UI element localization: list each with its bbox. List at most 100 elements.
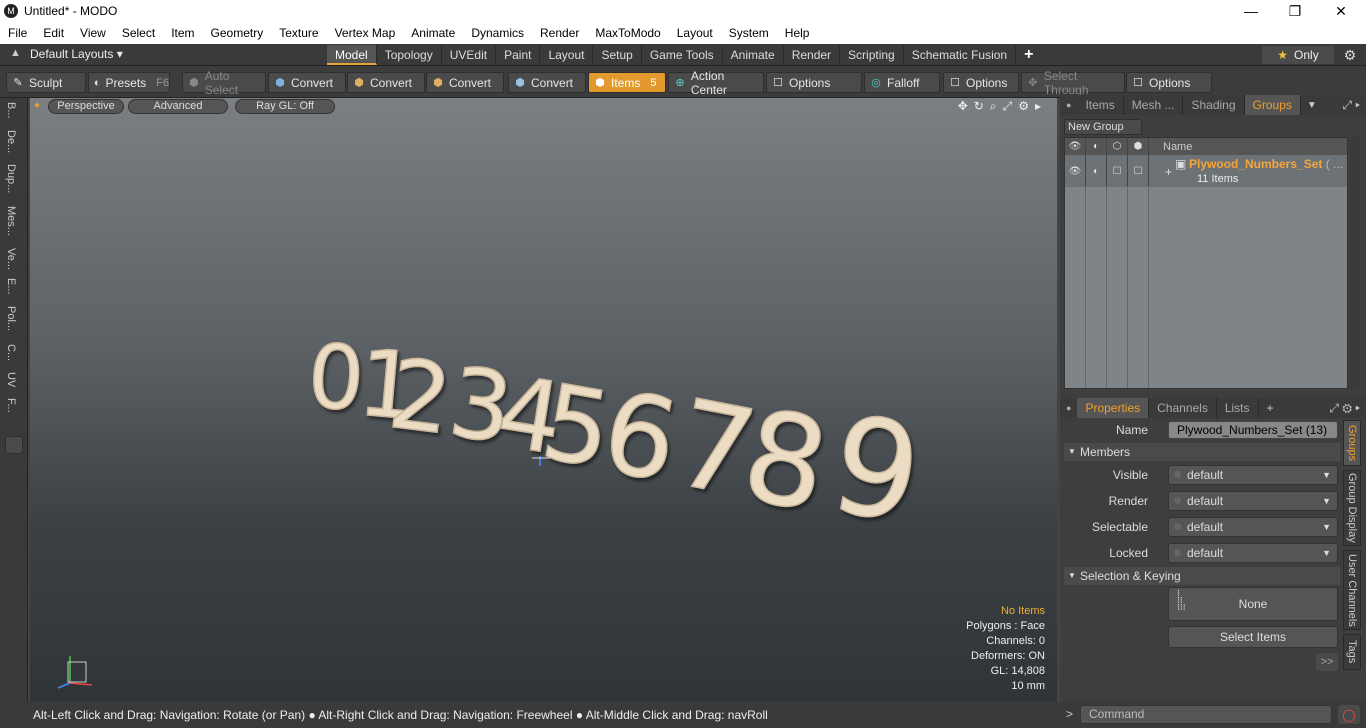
select-column-icon[interactable]: ⬡ [1107,138,1128,155]
tab-channels[interactable]: Channels [1149,398,1217,418]
tab-setup[interactable]: Setup [593,45,642,65]
panel-expand-icon[interactable]: ⤢ ▸ [1342,98,1366,113]
expand-plus-icon[interactable]: + [1165,165,1172,179]
left-tab-polygon[interactable]: Pol... [5,306,17,331]
left-tab-toggle-button[interactable] [5,436,23,454]
menu-system[interactable]: System [721,26,777,40]
tab-groups[interactable]: Groups [1244,95,1301,115]
lock-column-icon[interactable]: ⬢ [1128,138,1149,155]
menu-dynamics[interactable]: Dynamics [463,26,532,40]
row-visibility-icon[interactable]: 👁 [1065,155,1086,187]
menu-edit[interactable]: Edit [35,26,72,40]
command-run-icon[interactable]: ◯ [1338,705,1360,724]
left-tab-deform[interactable]: De... [5,130,17,153]
group-row[interactable]: 👁 ◐ ☐ ☐ + ▣ Plywood_Numbers_Set ( ... 11… [1065,155,1347,187]
gear-icon[interactable]: ⚙ [1338,46,1362,64]
options-button-3[interactable]: ☐ Options [1126,72,1212,93]
menu-texture[interactable]: Texture [271,26,326,40]
command-input[interactable]: Command [1080,705,1332,724]
side-tab-group-display[interactable]: Group Display [1343,470,1361,546]
tab-game-tools[interactable]: Game Tools [641,45,723,65]
tab-topology[interactable]: Topology [376,45,442,65]
items-mode-button[interactable]: ⬢ Items 5 [588,72,666,93]
panel-dot-icon[interactable]: ● [1060,100,1077,110]
sculpt-button[interactable]: ✎ Sculpt [6,72,86,93]
left-tab-curve[interactable]: C... [5,344,17,361]
close-button[interactable]: ✕ [1318,0,1364,22]
presets-button[interactable]: ◐ Presets F6 [88,72,170,93]
menu-render[interactable]: Render [532,26,587,40]
maximize-button[interactable]: ❐ [1272,0,1318,22]
tab-lists[interactable]: Lists [1217,398,1259,418]
add-layout-button[interactable]: + [1024,46,1033,64]
menu-select[interactable]: Select [114,26,163,40]
row-select-checkbox[interactable]: ☐ [1107,155,1128,187]
menu-help[interactable]: Help [777,26,818,40]
menu-view[interactable]: View [72,26,114,40]
groups-scrollbar[interactable] [1350,137,1360,389]
render-column-icon[interactable]: ◐ [1086,138,1107,155]
left-tab-edge[interactable]: E... [5,278,17,295]
side-tab-groups[interactable]: Groups [1343,420,1361,466]
visible-dropdown[interactable]: default ▼ [1168,465,1338,485]
new-group-button[interactable]: New Group [1064,119,1142,135]
panel-dot-icon-2[interactable]: ● [1060,403,1077,413]
select-through-button[interactable]: ✥ Select Through [1021,69,1125,97]
tab-mesh[interactable]: Mesh ... [1124,95,1184,115]
options-button-2[interactable]: ☐ Options [943,72,1019,93]
menu-layout[interactable]: Layout [669,26,721,40]
tab-model[interactable]: Model [327,45,377,65]
minimize-button[interactable]: — [1228,0,1274,22]
action-center-button[interactable]: ⊕ Action Center [668,69,764,97]
3d-viewport[interactable]: ● Perspective Advanced Ray GL: Off ✥ ↻ ⌕… [30,98,1057,702]
members-section[interactable]: Members [1064,443,1340,461]
row-lock-checkbox[interactable]: ☐ [1128,155,1149,187]
tab-shading[interactable]: Shading [1183,95,1245,115]
menu-vertex-map[interactable]: Vertex Map [327,26,404,40]
menu-file[interactable]: File [0,26,35,40]
render-dropdown[interactable]: default ▼ [1168,491,1338,511]
tab-layout[interactable]: Layout [540,45,594,65]
name-input[interactable]: Plywood_Numbers_Set (13) [1168,421,1338,439]
tab-render[interactable]: Render [783,45,841,65]
tabs-dropdown-icon[interactable]: ▼ [1301,100,1323,111]
selection-keying-section[interactable]: Selection & Keying [1064,567,1340,585]
tab-schematic-fusion[interactable]: Schematic Fusion [903,45,1017,65]
side-tab-tags[interactable]: Tags [1343,634,1361,670]
left-tab-mesh-edit[interactable]: Mes... [5,206,17,236]
collapse-arrow-icon[interactable]: ▲ [10,47,21,59]
more-button[interactable]: >> [1316,653,1338,671]
convert-vertices-button[interactable]: ⬢ Convert [268,72,346,93]
auto-select-button[interactable]: ⬢ Auto Select [182,69,266,97]
row-render-icon[interactable]: ◐ [1086,155,1107,187]
tab-animate[interactable]: Animate [722,45,784,65]
selectable-dropdown[interactable]: default ▼ [1168,517,1338,537]
locked-dropdown[interactable]: default ▼ [1168,543,1338,563]
convert-edges-button[interactable]: ⬢ Convert [347,72,425,93]
tab-paint[interactable]: Paint [496,45,541,65]
convert-materials-button[interactable]: ⬢ Convert [508,72,586,93]
none-button[interactable]: ⁝ ⁝⁝ ⁝⁝⁝ None [1168,587,1338,621]
left-tab-fusion[interactable]: F... [5,398,17,413]
left-tab-vertex[interactable]: Ve... [5,248,17,270]
tab-uvedit[interactable]: UVEdit [441,45,497,65]
tab-items[interactable]: Items [1077,95,1124,115]
tab-properties[interactable]: Properties [1077,398,1150,418]
left-tab-duplicate[interactable]: Dup... [5,164,17,193]
only-button[interactable]: ★ Only [1262,46,1334,64]
menu-item[interactable]: Item [163,26,202,40]
panel-expand-icon-2[interactable]: ⤢ ⚙ ▸ [1329,401,1366,416]
side-tab-user-channels[interactable]: User Channels [1343,550,1361,630]
layout-selector[interactable]: Default Layouts ▾ [30,47,123,61]
menu-geometry[interactable]: Geometry [203,26,272,40]
add-tab-button[interactable]: + [1259,401,1282,415]
visibility-column-icon[interactable]: 👁 [1065,138,1086,155]
menu-maxtomodo[interactable]: MaxToModo [587,26,668,40]
falloff-button[interactable]: ◎ Falloff [864,72,940,93]
left-tab-uv[interactable]: UV [5,372,17,387]
menu-animate[interactable]: Animate [403,26,463,40]
select-items-button[interactable]: Select Items [1168,626,1338,648]
convert-polygons-button[interactable]: ⬢ Convert [426,72,504,93]
tab-scripting[interactable]: Scripting [840,45,904,65]
options-button-1[interactable]: ☐ Options [766,72,862,93]
